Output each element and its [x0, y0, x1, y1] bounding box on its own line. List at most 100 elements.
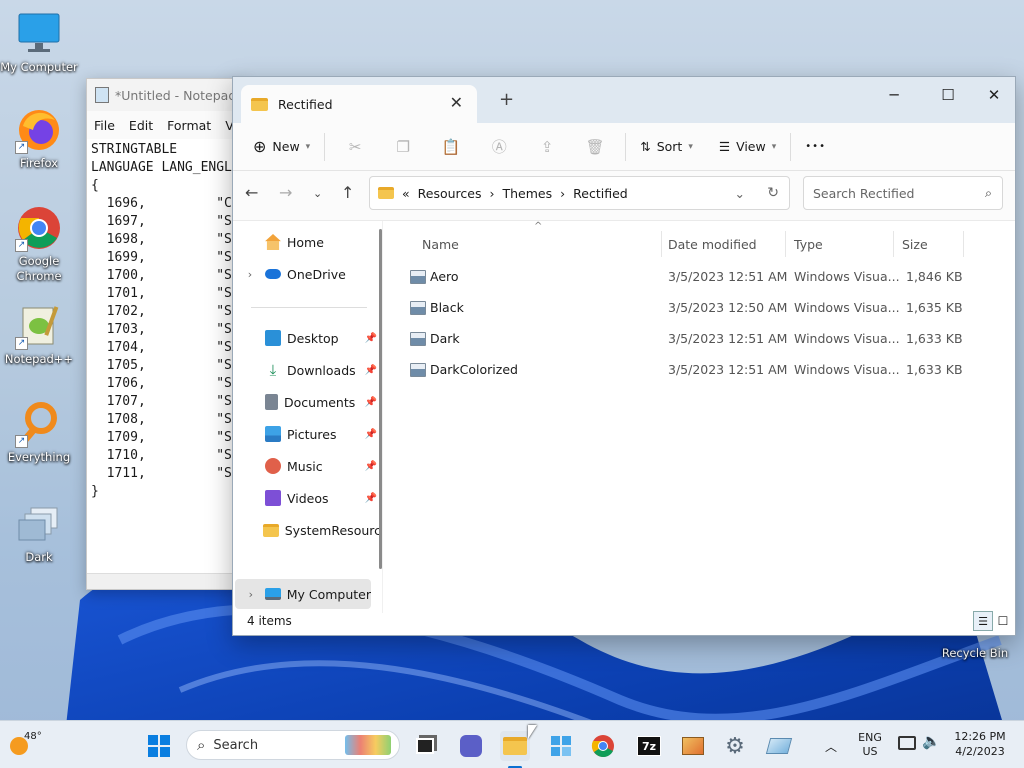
file-type: Windows Visua... — [794, 269, 900, 284]
column-header-size[interactable]: Size — [894, 231, 964, 257]
language-indicator[interactable]: ENG US — [854, 731, 886, 759]
column-header-name[interactable]: Name — [414, 231, 662, 257]
breadcrumb-overflow[interactable]: « — [402, 186, 410, 201]
desktop-icon-chrome[interactable]: ↗ Google Chrome — [0, 204, 78, 284]
forward-arrow-icon[interactable]: → — [279, 183, 292, 202]
notepad-titlebar[interactable]: *Untitled - Notepad — [87, 79, 245, 111]
control-panel-taskbar-button[interactable] — [764, 731, 794, 761]
store-button[interactable] — [546, 731, 576, 761]
paste-icon[interactable]: 📋 — [427, 131, 475, 163]
clock[interactable]: 12:26 PM 4/2/2023 — [946, 729, 1014, 759]
search-box[interactable]: Search Rectified ⌕ — [803, 176, 1003, 210]
close-window-button[interactable]: ✕ — [971, 81, 1015, 109]
back-arrow-icon[interactable]: ← — [245, 183, 258, 202]
maximize-button[interactable]: ☐ — [925, 81, 971, 109]
desktop-icon-dark[interactable]: Dark — [0, 500, 78, 565]
breadcrumb-rectified[interactable]: Rectified — [573, 186, 628, 201]
teams-chat-button[interactable] — [456, 731, 486, 761]
notepad-window[interactable]: *Untitled - Notepad File Edit Format Vi … — [86, 78, 246, 590]
taskbar-search[interactable]: ⌕ Search — [186, 730, 400, 760]
show-hidden-icons-button[interactable]: ︿ — [816, 731, 846, 761]
settings-taskbar-button[interactable]: ⚙ — [720, 731, 750, 761]
task-view-button[interactable] — [410, 731, 440, 761]
share-icon[interactable]: ⇪ — [523, 131, 571, 163]
file-explorer-window[interactable]: Rectified ✕ + ─ ☐ ✕ ⊕ New ▾ ✂ ❐ 📋 Ⓐ ⇪ 🗑 … — [232, 76, 1016, 636]
copy-icon[interactable]: ❐ — [379, 131, 427, 163]
nav-item-onedrive[interactable]: › OneDrive — [233, 259, 381, 289]
details-view-icon[interactable]: ☰ — [973, 611, 993, 631]
menu-format[interactable]: Format — [167, 118, 211, 133]
nav-item-pictures[interactable]: Pictures 📌 — [233, 419, 381, 449]
breadcrumb-themes[interactable]: Themes — [503, 186, 553, 201]
minimize-button[interactable]: ─ — [871, 81, 917, 109]
column-header-type[interactable]: Type — [786, 231, 894, 257]
tiles-view-icon[interactable]: ☐ — [993, 611, 1013, 631]
theme-file-icon — [410, 332, 426, 346]
store-icon — [551, 736, 571, 756]
chevron-right-icon[interactable]: › — [241, 268, 259, 281]
nav-item-videos[interactable]: Videos 📌 — [233, 483, 381, 513]
file-row[interactable]: Aero 3/5/2023 12:51 AM Windows Visua... 1,8… — [406, 261, 976, 292]
notepad-horizontal-scrollbar[interactable] — [87, 573, 245, 589]
start-button[interactable] — [144, 731, 174, 761]
new-button[interactable]: ⊕ New ▾ — [245, 131, 318, 163]
search-placeholder: Search Rectified — [813, 185, 915, 201]
file-name: DarkColorized — [430, 362, 518, 377]
chevron-right-icon[interactable]: › — [243, 588, 259, 601]
view-button[interactable]: ☰ View ▾ — [711, 131, 784, 163]
close-tab-icon[interactable]: ✕ — [450, 93, 463, 112]
file-row[interactable]: Dark 3/5/2023 12:51 AM Windows Visua... 1,6… — [406, 323, 976, 354]
7zip-taskbar-button[interactable]: 7z — [634, 731, 664, 761]
refresh-icon[interactable]: ↻ — [767, 185, 779, 201]
address-bar-row: ← → ⌄ ↑ « Resources › Themes › Rectified… — [233, 171, 1015, 221]
nav-item-music[interactable]: Music 📌 — [233, 451, 381, 481]
up-arrow-icon[interactable]: ↑ — [341, 183, 354, 202]
nav-item-downloads[interactable]: ⤓ Downloads 📌 — [233, 355, 381, 385]
language: ENG — [858, 731, 882, 744]
nav-item-my-computer[interactable]: › My Computer — [235, 579, 371, 609]
file-row[interactable]: DarkColorized 3/5/2023 12:51 AM Windows Vi… — [406, 354, 976, 385]
notepad-text-area[interactable]: STRINGTABLE LANGUAGE LANG_ENGL{ 1696, "C … — [87, 139, 245, 503]
nav-item-systemresources[interactable]: SystemResourc — [233, 515, 381, 545]
cut-icon[interactable]: ✂ — [331, 131, 379, 163]
tab-rectified[interactable]: Rectified ✕ — [241, 85, 477, 123]
address-dropdown-icon[interactable]: ⌄ — [735, 186, 745, 201]
theme-tool-taskbar-button[interactable] — [678, 731, 708, 761]
desktop-icon-my-computer[interactable]: My Computer — [0, 10, 78, 75]
breadcrumb-resources[interactable]: Resources — [418, 186, 482, 201]
more-options-button[interactable]: ••• — [797, 131, 834, 163]
nav-scrollbar[interactable] — [379, 229, 382, 569]
chrome-taskbar-button[interactable] — [588, 731, 618, 761]
mouse-cursor-icon — [528, 725, 537, 739]
file-row[interactable]: Black 3/5/2023 12:50 AM Windows Visua... 1,… — [406, 292, 976, 323]
theme-file-icon — [410, 363, 426, 377]
menu-file[interactable]: File — [94, 118, 115, 133]
weather-widget[interactable]: 48° — [10, 731, 50, 761]
explorer-body: Home › OneDrive Desktop 📌 ⤓ Downloads 📌 — [233, 221, 1015, 613]
search-icon: ⌕ — [197, 736, 206, 754]
desktop-icon-firefox[interactable]: ↗ Firefox — [0, 106, 78, 171]
rename-icon[interactable]: Ⓐ — [475, 131, 523, 163]
nav-item-documents[interactable]: Documents 📌 — [233, 387, 381, 417]
search-highlight-icon — [345, 735, 391, 755]
file-explorer-taskbar-button[interactable] — [500, 731, 530, 768]
folder-icon — [503, 737, 527, 755]
pin-icon: 📌 — [364, 396, 377, 408]
desktop-icon-notepadpp[interactable]: ↗ Notepad++ — [0, 302, 78, 367]
sort-button[interactable]: ⇅ Sort ▾ — [632, 131, 701, 163]
pictures-icon — [265, 426, 281, 442]
menu-edit[interactable]: Edit — [129, 118, 153, 133]
column-header-date[interactable]: Date modified — [660, 231, 786, 257]
network-icon[interactable] — [898, 736, 916, 750]
desktop-icon-everything[interactable]: ↗ Everything — [0, 400, 78, 465]
7zip-icon: 7z — [637, 736, 661, 756]
nav-item-home[interactable]: Home — [233, 227, 381, 257]
chevron-up-icon: ︿ — [824, 739, 837, 754]
nav-item-desktop[interactable]: Desktop 📌 — [233, 323, 381, 353]
desktop-icon-recycle-bin[interactable]: Recycle Bin — [936, 646, 1014, 661]
delete-icon[interactable]: 🗑 — [571, 131, 619, 163]
recent-locations-chevron-icon[interactable]: ⌄ — [313, 187, 322, 200]
volume-icon[interactable]: 🔈 — [922, 732, 941, 750]
address-bar[interactable]: « Resources › Themes › Rectified ⌄ ↻ — [369, 176, 790, 210]
new-tab-button[interactable]: + — [499, 89, 514, 110]
